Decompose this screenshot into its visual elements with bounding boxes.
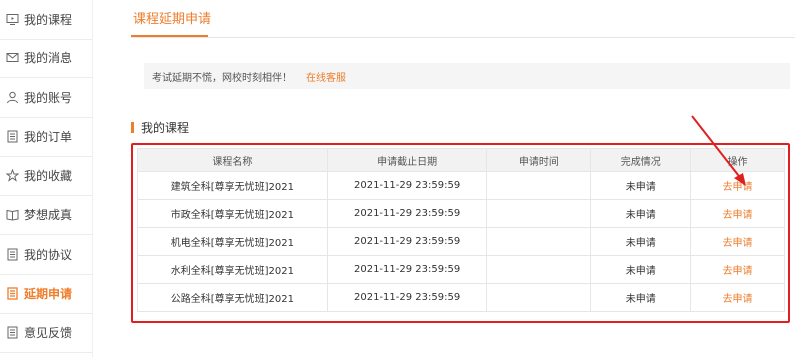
sidebar-item-my-courses[interactable]: 我的课程 — [0, 0, 92, 40]
sidebar-divider — [92, 0, 93, 357]
monitor-icon — [5, 13, 19, 27]
apply-time — [486, 199, 592, 228]
course-name: 建筑全科[尊享无忧班]2021 — [137, 171, 328, 200]
section-accent-bar — [131, 122, 134, 133]
deadline: 2021-11-29 23:59:59 — [326, 171, 488, 200]
table-row: 市政全科[尊享无忧班]2021 2021-11-29 23:59:59 未申请 … — [137, 199, 785, 228]
document-icon — [5, 287, 19, 301]
notice-text: 考试延期不慌，网校时刻相伴！ — [152, 72, 292, 84]
header-divider — [131, 37, 795, 38]
star-icon — [5, 169, 19, 183]
status: 未申请 — [590, 283, 692, 312]
apply-time — [486, 283, 592, 312]
sidebar-item-label: 我的账号 — [24, 91, 73, 105]
book-icon — [5, 208, 19, 222]
document-icon — [5, 326, 19, 340]
apply-link[interactable]: 去申请 — [690, 171, 785, 200]
sidebar-item-extension-request[interactable]: 延期申请 — [0, 274, 92, 314]
table-row: 公路全科[尊享无忧班]2021 2021-11-29 23:59:59 未申请 … — [137, 283, 785, 312]
notice-bar: 考试延期不慌，网校时刻相伴！ 在线客服 — [144, 63, 790, 89]
deadline: 2021-11-29 23:59:59 — [326, 283, 488, 312]
sidebar-item-label: 我的收藏 — [24, 169, 73, 183]
section-title: 我的课程 — [141, 121, 190, 135]
apply-link[interactable]: 去申请 — [690, 255, 785, 284]
sidebar-item-feedback[interactable]: 意见反馈 — [0, 313, 92, 353]
course-name: 公路全科[尊享无忧班]2021 — [137, 283, 328, 312]
table-header-row: 课程名称 申请截止日期 申请时间 完成情况 操作 — [137, 148, 785, 172]
apply-link[interactable]: 去申请 — [690, 227, 785, 256]
course-table: 课程名称 申请截止日期 申请时间 完成情况 操作 建筑全科[尊享无忧班]2021… — [137, 148, 785, 312]
deadline: 2021-11-29 23:59:59 — [326, 255, 488, 284]
sidebar-item-my-agreements[interactable]: 我的协议 — [0, 235, 92, 275]
table-row: 水利全科[尊享无忧班]2021 2021-11-29 23:59:59 未申请 … — [137, 255, 785, 284]
sidebar-item-label: 梦想成真 — [24, 208, 73, 222]
tab-course-extension[interactable]: 课程延期申请 — [133, 0, 211, 37]
course-name: 市政全科[尊享无忧班]2021 — [137, 199, 328, 228]
sidebar: 我的课程 我的消息 我的账号 我的订单 我的收藏 梦想成真 我的协议 延期申请 … — [0, 0, 92, 357]
table-row: 机电全科[尊享无忧班]2021 2021-11-29 23:59:59 未申请 … — [137, 227, 785, 256]
column-header-course-name: 课程名称 — [137, 148, 328, 172]
status: 未申请 — [590, 171, 692, 200]
sidebar-item-label: 我的消息 — [24, 51, 73, 65]
course-name: 机电全科[尊享无忧班]2021 — [137, 227, 328, 256]
deadline: 2021-11-29 23:59:59 — [326, 199, 488, 228]
apply-link[interactable]: 去申请 — [690, 199, 785, 228]
sidebar-item-dream-come-true[interactable]: 梦想成真 — [0, 195, 92, 235]
envelope-icon — [5, 51, 19, 65]
document-icon — [5, 248, 19, 262]
column-header-deadline: 申请截止日期 — [326, 148, 488, 172]
sidebar-item-my-account[interactable]: 我的账号 — [0, 78, 92, 118]
course-name: 水利全科[尊享无忧班]2021 — [137, 255, 328, 284]
document-icon — [5, 130, 19, 144]
sidebar-item-label: 意见反馈 — [24, 326, 73, 340]
page: 我的课程 我的消息 我的账号 我的订单 我的收藏 梦想成真 我的协议 延期申请 … — [0, 0, 800, 357]
column-header-action: 操作 — [690, 148, 785, 172]
status: 未申请 — [590, 199, 692, 228]
apply-time — [486, 255, 592, 284]
deadline: 2021-11-29 23:59:59 — [326, 227, 488, 256]
apply-link[interactable]: 去申请 — [690, 283, 785, 312]
status: 未申请 — [590, 255, 692, 284]
apply-time — [486, 227, 592, 256]
sidebar-item-label: 延期申请 — [24, 287, 73, 301]
table-row: 建筑全科[尊享无忧班]2021 2021-11-29 23:59:59 未申请 … — [137, 171, 785, 200]
sidebar-item-label: 我的协议 — [24, 248, 73, 262]
apply-time — [486, 171, 592, 200]
sidebar-item-my-favorites[interactable]: 我的收藏 — [0, 156, 92, 196]
sidebar-item-label: 我的订单 — [24, 130, 73, 144]
status: 未申请 — [590, 227, 692, 256]
sidebar-item-label: 我的课程 — [24, 13, 73, 27]
user-icon — [5, 91, 19, 105]
online-service-link[interactable]: 在线客服 — [306, 69, 346, 84]
column-header-status: 完成情况 — [590, 148, 692, 172]
sidebar-item-my-orders[interactable]: 我的订单 — [0, 117, 92, 157]
column-header-apply-time: 申请时间 — [486, 148, 592, 172]
sidebar-item-my-messages[interactable]: 我的消息 — [0, 38, 92, 78]
